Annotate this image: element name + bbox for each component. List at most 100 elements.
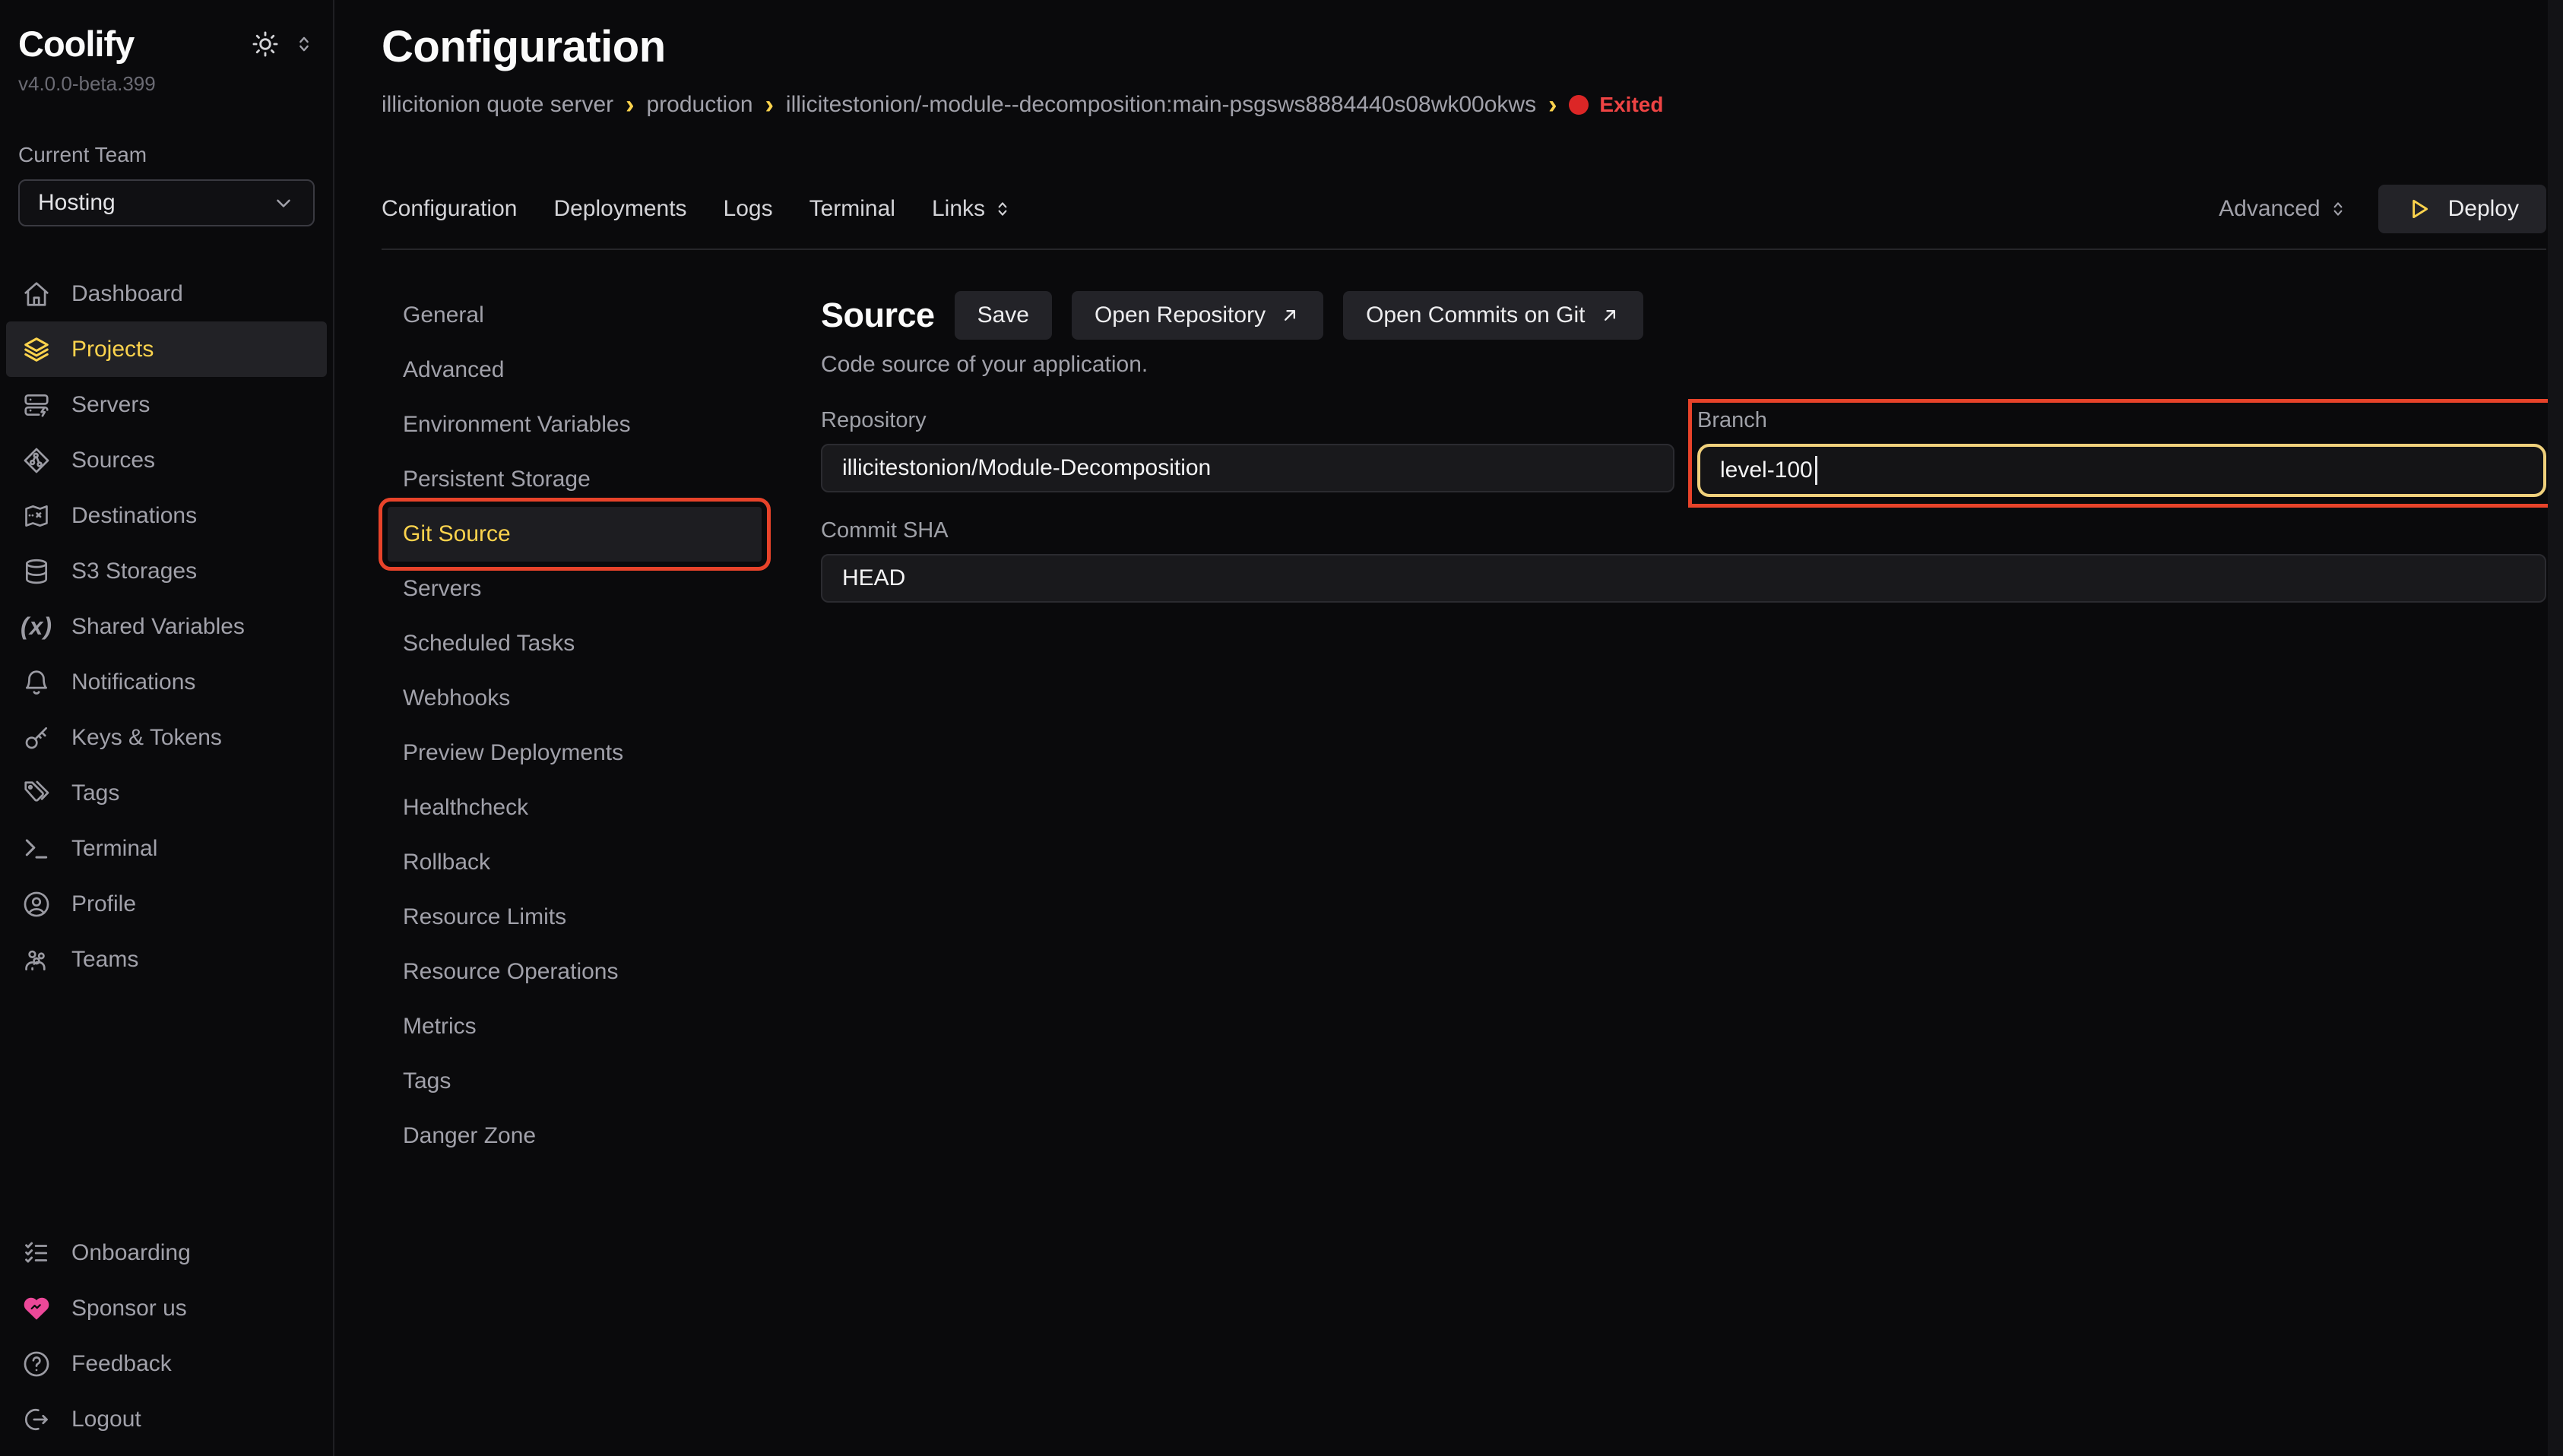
subnav-item-resource-operations[interactable]: Resource Operations [388,945,762,999]
header-actions: Advanced Deploy [2219,185,2546,233]
tab-configuration[interactable]: Configuration [382,196,517,222]
tags-icon [21,779,52,808]
tab-terminal[interactable]: Terminal [809,196,895,222]
branch-label: Branch [1697,408,2546,433]
branch-input[interactable]: level-100 [1697,444,2546,497]
sidebar-item-sponsor-us[interactable]: Sponsor us [6,1280,327,1336]
source-header: Source Save Open Repository Open Commits… [821,291,2546,340]
sidebar-item-dashboard[interactable]: Dashboard [6,266,327,321]
subnav-item-danger-zone[interactable]: Danger Zone [388,1109,762,1163]
deploy-button[interactable]: Deploy [2378,185,2546,233]
external-link-icon [1279,305,1301,326]
sidebar-item-onboarding[interactable]: Onboarding [6,1225,327,1280]
breadcrumb-project[interactable]: illicitonion quote server [382,92,613,118]
sidebar-item-sources[interactable]: Sources [6,432,327,488]
sidebar-item-projects[interactable]: Projects [6,321,327,377]
subnav-item-advanced[interactable]: Advanced [388,343,762,397]
open-repository-button[interactable]: Open Repository [1072,291,1323,340]
content: General Advanced Environment Variables P… [382,250,2546,1456]
chevron-down-icon [272,191,295,214]
team-select[interactable]: Hosting [18,179,315,226]
checklist-icon [21,1239,52,1268]
repository-field-group: Repository [821,408,1674,492]
page-title: Configuration [382,21,2546,72]
sidebar-item-profile[interactable]: Profile [6,876,327,932]
scrollbar-track[interactable] [2548,0,2563,1456]
source-fields: Repository Branch level-100 Commit [821,408,2546,603]
subnav-item-scheduled-tasks[interactable]: Scheduled Tasks [388,616,762,671]
chevron-right-icon: › [626,92,634,118]
sidebar-item-keys-tokens[interactable]: Keys & Tokens [6,710,327,765]
sidebar-item-shared-variables[interactable]: (x) Shared Variables [6,599,327,654]
breadcrumb-resource[interactable]: illicitestonion/-module--decomposition:m… [786,92,1536,118]
heart-icon [21,1294,52,1323]
source-description: Code source of your application. [821,352,2546,378]
status-label: Exited [1599,93,1663,117]
variable-icon: (x) [21,612,52,641]
logo-row: Coolify [18,23,315,65]
sidebar-item-teams[interactable]: Teams [6,932,327,987]
commit-sha-input[interactable] [821,554,2546,603]
current-team-label: Current Team [18,143,315,167]
open-commits-button[interactable]: Open Commits on Git [1343,291,1643,340]
map-icon [21,502,52,530]
repository-input[interactable] [821,444,1674,492]
selector-chevrons-icon [2328,199,2348,219]
status-badge: Exited [1569,93,1663,117]
subnav-item-preview-deployments[interactable]: Preview Deployments [388,726,762,780]
play-icon [2406,196,2432,222]
config-subnav: General Advanced Environment Variables P… [382,250,821,1456]
save-button[interactable]: Save [955,291,1052,340]
breadcrumb: illicitonion quote server › production ›… [382,92,2546,118]
sidebar-item-logout[interactable]: Logout [6,1391,327,1447]
git-icon [21,446,52,475]
subnav-item-healthcheck[interactable]: Healthcheck [388,780,762,835]
subnav-item-environment-variables[interactable]: Environment Variables [388,397,762,452]
chevron-right-icon: › [1548,92,1557,118]
subnav-item-webhooks[interactable]: Webhooks [388,671,762,726]
subnav-item-general[interactable]: General [388,288,762,343]
app-version: v4.0.0-beta.399 [18,72,315,96]
subnav-item-resource-limits[interactable]: Resource Limits [388,890,762,945]
chevron-right-icon: › [765,92,774,118]
selector-chevrons-icon [993,199,1012,219]
home-icon [21,280,52,309]
subnav-item-persistent-storage[interactable]: Persistent Storage [388,452,762,507]
breadcrumb-environment[interactable]: production [646,92,752,118]
sidebar-item-feedback[interactable]: Feedback [6,1336,327,1391]
subnav-item-rollback[interactable]: Rollback [388,835,762,890]
text-cursor [1815,456,1817,485]
logout-icon [21,1405,52,1434]
sidebar-item-servers[interactable]: Servers [6,377,327,432]
app-logo: Coolify [18,23,134,65]
subnav-item-servers[interactable]: Servers [388,562,762,616]
database-icon [21,557,52,586]
commit-sha-label: Commit SHA [821,518,2546,543]
sidebar-item-destinations[interactable]: Destinations [6,488,327,543]
commit-sha-field-group: Commit SHA [821,518,2546,603]
tab-deployments[interactable]: Deployments [553,196,686,222]
sidebar-item-tags[interactable]: Tags [6,765,327,821]
tab-links[interactable]: Links [932,196,1012,222]
sidebar-footer: Onboarding Sponsor us Feedback Logout [0,1225,333,1447]
help-circle-icon [21,1350,52,1378]
tabs: Configuration Deployments Logs Terminal … [382,196,1012,222]
source-heading: Source [821,296,935,335]
selector-chevrons-icon[interactable] [293,33,315,55]
sidebar-item-terminal[interactable]: Terminal [6,821,327,876]
theme-sun-icon[interactable] [251,30,280,59]
coolify-app: Coolify v4.0.0-beta.399 Current Team Hos… [0,0,2563,1456]
sidebar-item-notifications[interactable]: Notifications [6,654,327,710]
subnav-item-git-source[interactable]: Git Source [388,507,762,562]
main-area: Configuration illicitonion quote server … [334,0,2563,1456]
sidebar: Coolify v4.0.0-beta.399 Current Team Hos… [0,0,334,1456]
subnav-item-tags[interactable]: Tags [388,1054,762,1109]
external-link-icon [1599,305,1620,326]
layers-icon [21,335,52,364]
sidebar-item-s3-storages[interactable]: S3 Storages [6,543,327,599]
advanced-menu[interactable]: Advanced [2219,196,2347,222]
subnav-item-metrics[interactable]: Metrics [388,999,762,1054]
team-select-value: Hosting [38,190,116,216]
user-icon [21,890,52,919]
tab-logs[interactable]: Logs [724,196,773,222]
